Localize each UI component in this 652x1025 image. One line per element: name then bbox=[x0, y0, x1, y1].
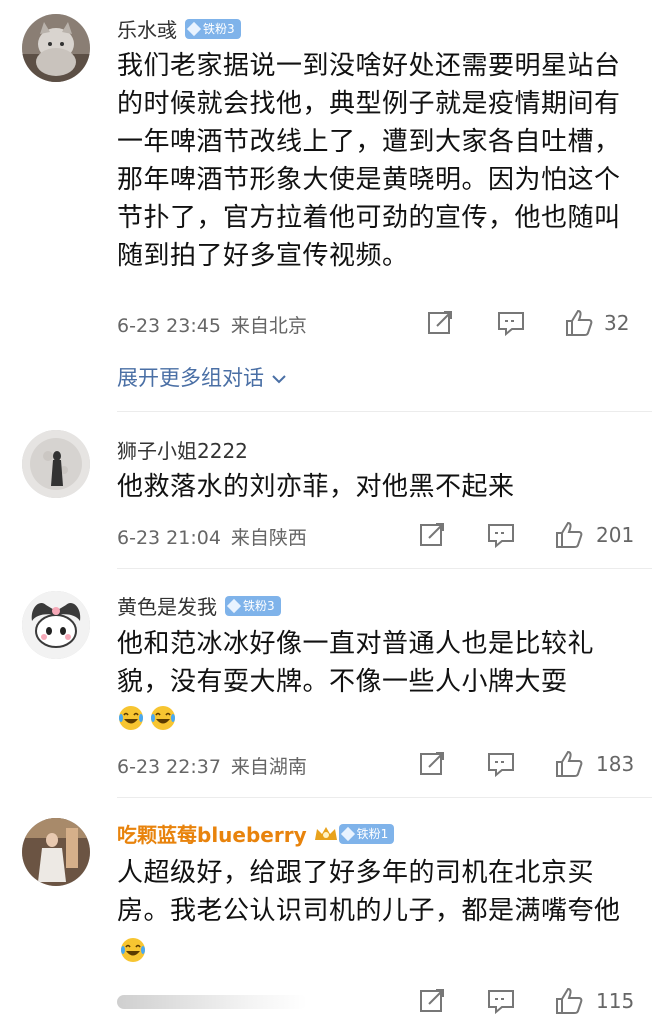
badge-label: 铁粉3 bbox=[243, 599, 275, 613]
like-count: 32 bbox=[604, 311, 630, 335]
like-button[interactable]: 201 bbox=[554, 520, 634, 550]
avatar-cartoon-image bbox=[22, 591, 90, 659]
like-icon bbox=[556, 987, 583, 1014]
like-count: 201 bbox=[596, 523, 635, 547]
comment-button[interactable] bbox=[486, 520, 516, 550]
avatar[interactable] bbox=[22, 430, 90, 498]
comment-button[interactable] bbox=[486, 986, 516, 1016]
emoji-row bbox=[117, 704, 181, 732]
chevron-down-icon bbox=[271, 375, 286, 384]
comment-button[interactable] bbox=[486, 749, 516, 779]
laugh-cry-emoji bbox=[151, 706, 175, 730]
comment-icon bbox=[488, 524, 514, 549]
avatar-cat-image bbox=[22, 14, 90, 82]
username[interactable]: 狮子小姐2222 bbox=[117, 435, 248, 464]
share-icon bbox=[420, 523, 444, 546]
username[interactable]: 吃颗蓝莓blueberry 铁粉1 bbox=[117, 819, 395, 848]
badge-label: 铁粉1 bbox=[356, 827, 389, 841]
fan-badge[interactable]: 铁粉1 bbox=[338, 823, 395, 844]
divider bbox=[117, 797, 652, 798]
timestamp: 6-23 21:04 bbox=[117, 527, 221, 549]
avatar[interactable] bbox=[22, 818, 90, 886]
share-button[interactable] bbox=[418, 749, 448, 779]
timestamp: 6-23 22:37 bbox=[117, 756, 221, 778]
like-button[interactable]: 32 bbox=[564, 308, 629, 338]
comment-button[interactable] bbox=[496, 308, 526, 338]
share-button[interactable] bbox=[426, 308, 456, 338]
share-button[interactable] bbox=[418, 986, 448, 1016]
fan-badge[interactable]: 铁粉3 bbox=[185, 18, 241, 39]
share-icon bbox=[420, 752, 444, 775]
username-text[interactable]: 乐水彧 bbox=[117, 14, 177, 43]
expand-more-label[interactable]: 展开更多组对话 bbox=[117, 366, 264, 390]
comment-icon bbox=[488, 753, 514, 778]
comment-actions: 32 bbox=[426, 308, 636, 338]
like-count: 115 bbox=[596, 989, 635, 1013]
share-icon bbox=[420, 989, 444, 1012]
like-button[interactable]: 115 bbox=[554, 986, 634, 1016]
comment-actions: 183 bbox=[418, 749, 634, 779]
username[interactable]: 黄色是发我 铁粉3 bbox=[117, 591, 281, 620]
diamond-badge-icon bbox=[186, 21, 202, 36]
location: 来自陕西 bbox=[230, 527, 307, 549]
expand-more-link[interactable]: 展开更多组对话 bbox=[117, 362, 287, 392]
location: 来自湖南 bbox=[230, 756, 307, 778]
comment-text: 他救落水的刘亦菲，对他黑不起来 bbox=[117, 472, 515, 502]
comment-text: 我们老家据说一到没啥好处还需要明星站台的时候就会找他，典型例子就是疫情期间有一年… bbox=[117, 51, 621, 271]
avatar-photo-image bbox=[22, 818, 90, 886]
comment-actions: 115 bbox=[418, 986, 634, 1016]
share-icon bbox=[428, 311, 452, 334]
timestamp: 6-23 23:45 bbox=[117, 315, 221, 337]
username-text[interactable]: 吃颗蓝莓blueberry bbox=[117, 819, 307, 848]
divider bbox=[117, 568, 652, 569]
comment-meta: 6-23 22:37 来自湖南 bbox=[117, 752, 307, 779]
like-icon bbox=[556, 750, 583, 777]
laugh-cry-emoji bbox=[119, 706, 143, 730]
comment-meta: 6-23 21:04 来自陕西 bbox=[117, 523, 307, 550]
avatar[interactable] bbox=[22, 591, 90, 659]
laugh-cry-emoji bbox=[121, 937, 145, 962]
comment-text: 他和范冰冰好像一直对普通人也是比较礼貌，没有耍大牌。不像一些人小牌大耍 bbox=[117, 629, 595, 697]
crown-icon bbox=[314, 826, 337, 840]
like-count: 183 bbox=[596, 752, 635, 776]
diamond-badge-icon bbox=[340, 826, 355, 841]
comment-icon bbox=[488, 990, 514, 1015]
comment-meta: 6-23 23:45 来自北京 bbox=[117, 311, 307, 338]
like-icon bbox=[556, 521, 583, 548]
like-icon bbox=[566, 309, 593, 336]
fan-badge[interactable]: 铁粉3 bbox=[225, 595, 281, 616]
comment-icon bbox=[498, 312, 524, 337]
divider bbox=[117, 411, 652, 412]
comment-text-body: 人超级好，给跟了好多年的司机在北京买房。我老公认识司机的儿子，都是满嘴夸他 bbox=[117, 858, 621, 926]
share-button[interactable] bbox=[418, 520, 448, 550]
comment-text: 人超级好，给跟了好多年的司机在北京买房。我老公认识司机的儿子，都是满嘴夸他 bbox=[117, 854, 622, 968]
username[interactable]: 乐水彧 铁粉3 bbox=[117, 14, 241, 43]
location: 来自北京 bbox=[230, 315, 307, 337]
faded-meta-placeholder bbox=[117, 995, 307, 1009]
avatar-moon-silhouette-image bbox=[22, 430, 90, 498]
diamond-badge-icon bbox=[226, 598, 242, 613]
username-text[interactable]: 狮子小姐2222 bbox=[117, 435, 248, 464]
badge-label: 铁粉3 bbox=[203, 22, 235, 36]
username-text[interactable]: 黄色是发我 bbox=[117, 591, 217, 620]
avatar[interactable] bbox=[22, 14, 90, 82]
comment-actions: 201 bbox=[418, 520, 634, 550]
like-button[interactable]: 183 bbox=[554, 749, 634, 779]
